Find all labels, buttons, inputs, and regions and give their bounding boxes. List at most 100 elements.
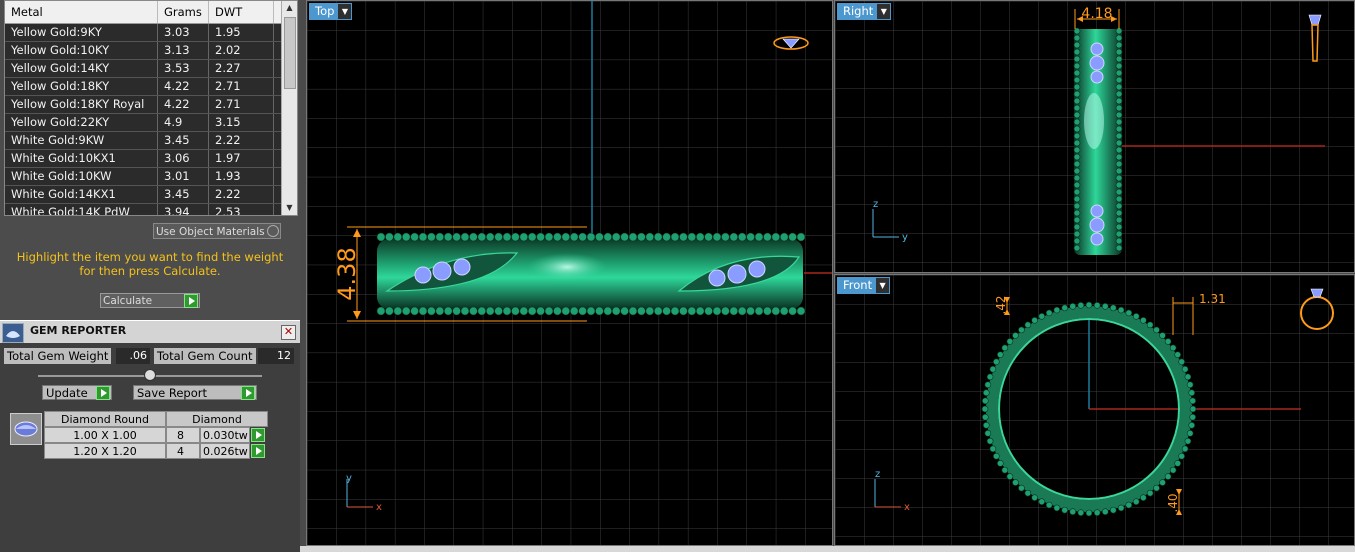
- metal-row[interactable]: White Gold:10KX1 3.06 1.97: [5, 150, 297, 168]
- bead: [1117, 504, 1125, 512]
- bead: [712, 232, 722, 242]
- use-object-materials-toggle[interactable]: Use Object Materials: [153, 223, 281, 239]
- bead: [569, 306, 579, 316]
- bead: [1018, 484, 1025, 492]
- gem-row-weight: 0.030tw: [200, 427, 250, 443]
- viewport-label-top[interactable]: Top ▼: [309, 3, 353, 20]
- bead: [544, 232, 554, 242]
- dropdown-arrow-icon[interactable]: ▼: [876, 278, 890, 293]
- bead: [1115, 139, 1123, 147]
- bead: [460, 306, 470, 316]
- bead: [1184, 437, 1192, 445]
- use-object-materials-check-icon[interactable]: [267, 225, 279, 237]
- metal-row[interactable]: Yellow Gold:22KY 4.9 3.15: [5, 114, 297, 132]
- scroll-thumb[interactable]: [284, 17, 296, 89]
- bead: [779, 232, 789, 242]
- bead: [1115, 83, 1123, 91]
- band-highlight: [1084, 93, 1104, 149]
- bead: [1061, 304, 1069, 312]
- bead: [653, 232, 663, 242]
- bead: [1069, 508, 1077, 516]
- width-dimension-label: 4.18: [1081, 6, 1112, 22]
- metal-weight-table[interactable]: Metal Grams DWT Yellow Gold:9KY 3.03 1.95 Y…: [4, 0, 298, 216]
- update-play-icon[interactable]: [96, 386, 110, 400]
- gem-table: Diamond Round Diamond 1.00 X 1.00 8 0.03…: [8, 411, 268, 463]
- bead: [1073, 181, 1081, 189]
- bead: [393, 306, 403, 316]
- front-viewport-canvas: .42 1.31 .40 z x: [835, 275, 1354, 545]
- bead: [729, 306, 739, 316]
- bead: [385, 232, 394, 242]
- bead: [401, 306, 411, 316]
- header-metal[interactable]: Metal: [5, 1, 158, 23]
- gem-row-select-icon[interactable]: [251, 444, 265, 458]
- bead: [1073, 174, 1081, 182]
- bead: [1073, 195, 1081, 203]
- bead: [1178, 452, 1185, 460]
- metal-table-scrollbar[interactable]: ▲ ▼: [281, 1, 297, 215]
- scroll-down-arrow-icon[interactable]: ▼: [282, 201, 297, 215]
- bead: [637, 306, 646, 316]
- viewport-label-right[interactable]: Right ▼: [837, 3, 892, 20]
- bead: [1115, 237, 1123, 245]
- bead: [997, 351, 1004, 358]
- header-dwt[interactable]: DWT: [209, 1, 274, 23]
- bead: [993, 452, 1000, 460]
- bead: [452, 232, 461, 242]
- update-button[interactable]: Update: [42, 385, 112, 400]
- calculate-dropdown[interactable]: Calculate: [100, 293, 200, 308]
- right-viewport[interactable]: 4.18 z y Right ▼: [834, 0, 1355, 273]
- bead: [1186, 429, 1194, 437]
- bead: [695, 232, 705, 242]
- bead: [1053, 306, 1061, 314]
- metal-row[interactable]: Yellow Gold:18KY 4.22 2.71: [5, 78, 297, 96]
- bead: [1073, 111, 1081, 119]
- axis-z-label: z: [875, 469, 880, 480]
- bead: [477, 232, 487, 242]
- close-icon[interactable]: ✕: [281, 325, 296, 340]
- top-viewport[interactable]: 4.38 y x Top ▼: [306, 0, 833, 546]
- metal-grams: 3.03: [158, 24, 209, 41]
- dimension-label-bottom: .40: [1166, 493, 1180, 512]
- metal-row[interactable]: White Gold:10KW 3.01 1.93: [5, 168, 297, 186]
- metal-row[interactable]: White Gold:14KX1 3.45 2.22: [5, 186, 297, 204]
- bead: [469, 232, 478, 242]
- header-grams[interactable]: Grams: [158, 1, 209, 23]
- bead: [1115, 90, 1123, 98]
- metal-row[interactable]: Yellow Gold:18KY Royal 4.22 2.71: [5, 96, 297, 114]
- metal-row[interactable]: Yellow Gold:10KY 3.13 2.02: [5, 42, 297, 60]
- axis-y-label: y: [902, 232, 908, 243]
- bead: [519, 306, 529, 316]
- save-report-play-icon[interactable]: [241, 386, 255, 400]
- axis-z-label: z: [873, 199, 878, 210]
- metal-name: Yellow Gold:10KY: [5, 42, 158, 59]
- calculate-play-icon[interactable]: [184, 294, 198, 308]
- metal-row[interactable]: Yellow Gold:9KY 3.03 1.95: [5, 24, 297, 42]
- panel-splitter-handle[interactable]: [144, 369, 156, 381]
- dropdown-arrow-icon[interactable]: ▼: [877, 4, 891, 19]
- gem-reporter-title: GEM REPORTER: [30, 324, 127, 337]
- metal-row[interactable]: White Gold:9KW 3.45 2.22: [5, 132, 297, 150]
- bead: [494, 306, 503, 316]
- bead: [1188, 421, 1196, 429]
- gem-row-select-icon[interactable]: [251, 428, 265, 442]
- viewport-label-front[interactable]: Front ▼: [837, 277, 891, 294]
- dropdown-arrow-icon[interactable]: ▼: [338, 4, 352, 19]
- bead: [1077, 509, 1085, 516]
- scroll-up-arrow-icon[interactable]: ▲: [282, 1, 297, 15]
- bead: [427, 232, 436, 242]
- metal-row[interactable]: Yellow Gold:14KY 3.53 2.27: [5, 60, 297, 78]
- bead: [1125, 309, 1133, 317]
- metal-table-rows: Yellow Gold:9KY 3.03 1.95 Yellow Gold:10KY 3…: [5, 24, 297, 215]
- bead: [603, 306, 613, 316]
- metal-row[interactable]: White Gold:14K PdW 3.94 2.53: [5, 204, 297, 215]
- bead: [410, 232, 419, 242]
- bead: [544, 306, 554, 316]
- metal-name: Yellow Gold:14KY: [5, 60, 158, 77]
- bead: [1115, 104, 1123, 112]
- bead: [679, 306, 688, 316]
- save-report-button[interactable]: Save Report: [133, 385, 257, 400]
- bead: [645, 306, 655, 316]
- front-viewport[interactable]: .42 1.31 .40 z x Front ▼: [834, 274, 1355, 546]
- bead: [737, 306, 747, 316]
